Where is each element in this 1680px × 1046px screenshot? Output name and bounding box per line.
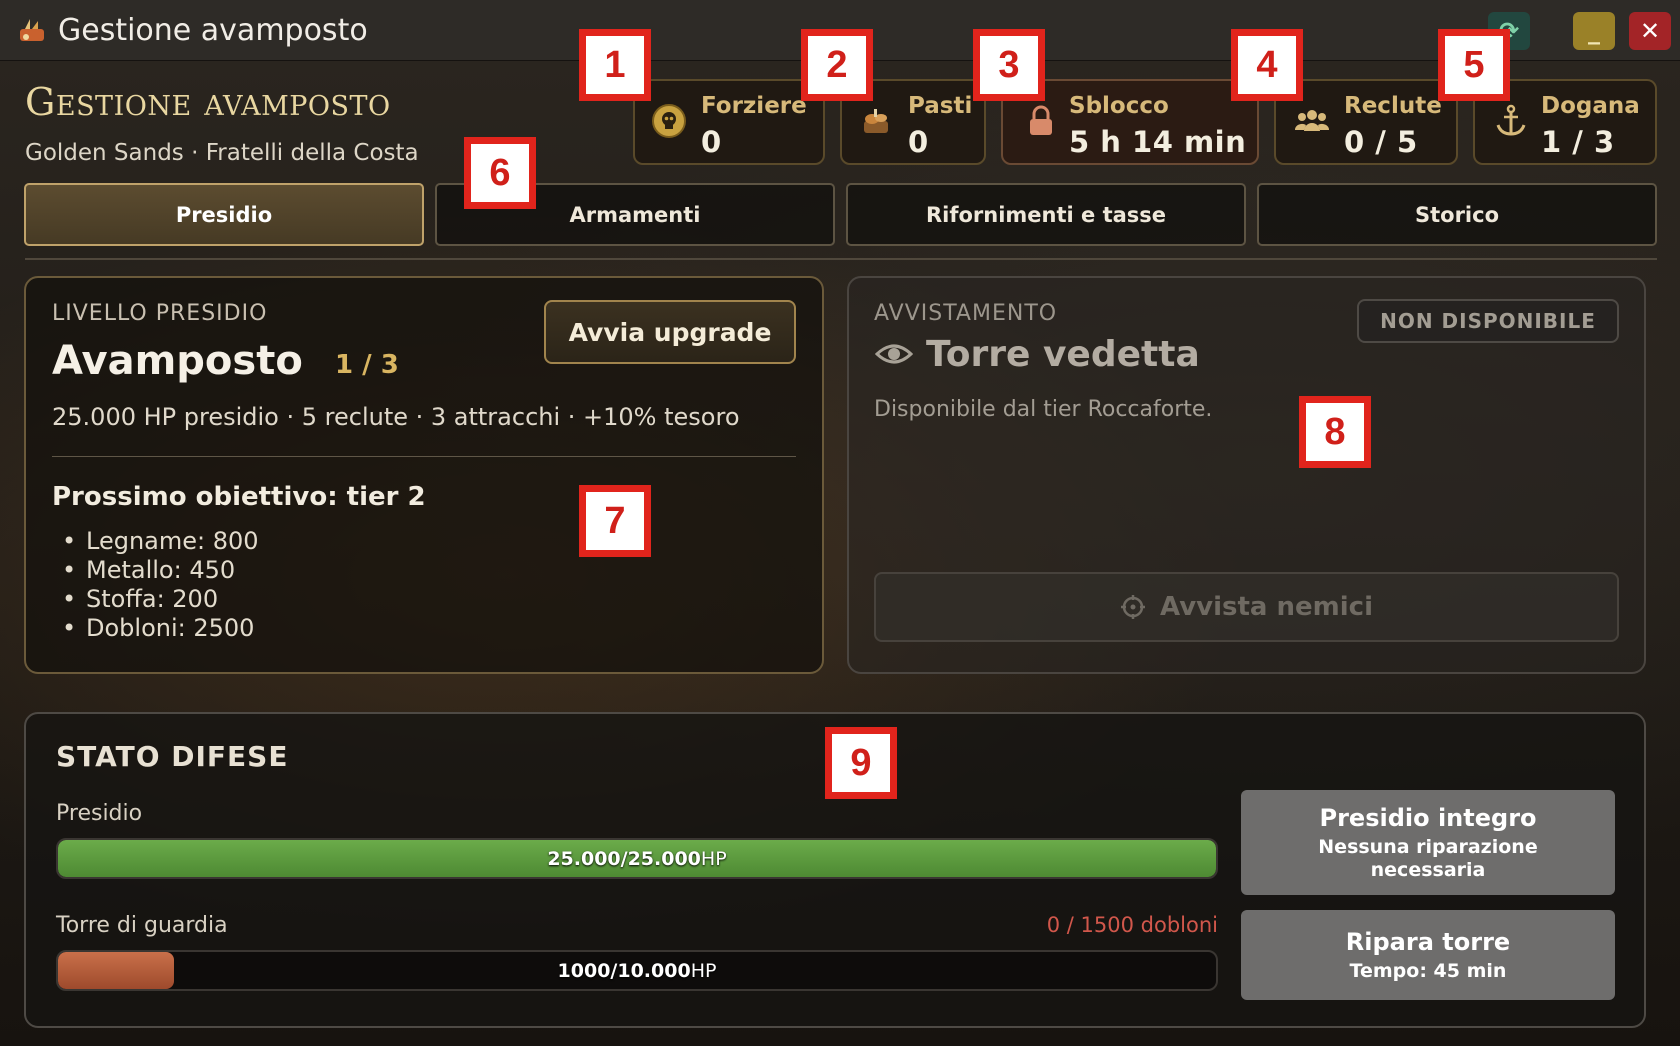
annotation-marker: 3 (973, 29, 1045, 101)
requirement-item: Dobloni: 2500 (52, 614, 259, 643)
difese-title: STATO DIFESE (56, 740, 289, 773)
marker-number: 8 (1306, 403, 1364, 461)
presidio-stats: 25.000 HP presidio · 5 reclute · 3 attra… (52, 403, 740, 431)
integro-subtitle: Nessuna riparazione necessaria (1318, 835, 1538, 881)
presidio-hp-bar: 25.000/25.000 HP (56, 838, 1218, 879)
requirements-list: Legname: 800 Metallo: 450 Stoffa: 200 Do… (52, 527, 259, 643)
window-title: Gestione avamposto (58, 13, 368, 48)
integro-title: Presidio integro (1319, 803, 1537, 832)
marker-number: 5 (1445, 36, 1503, 94)
stat-label: Reclute (1344, 93, 1442, 119)
stat-value: 0 / 5 (1344, 125, 1418, 159)
stat-value: 0 (908, 125, 929, 159)
presidio-divider (52, 456, 796, 457)
skull-coin-icon (652, 104, 686, 138)
stat-label: Forziere (701, 93, 807, 119)
annotation-marker: 1 (579, 29, 651, 101)
stat-forziere: Forziere 0 (633, 79, 825, 165)
marker-number: 4 (1238, 36, 1296, 94)
avvistamento-name: Torre vedetta (926, 334, 1200, 375)
hp-unit: HP (690, 959, 717, 982)
annotation-marker: 6 (464, 137, 536, 209)
stat-value: 5 h 14 min (1069, 125, 1247, 159)
minimize-icon: _ (1588, 17, 1600, 45)
stat-label: Pasti (908, 93, 973, 119)
torre-hp-value: 1000/10.000 (557, 959, 691, 982)
spot-enemies-label: Avvista nemici (1160, 592, 1373, 622)
torre-hp-text: 1000/10.000 HP (58, 952, 1216, 989)
presidio-bar-label: Presidio (56, 801, 143, 826)
presidio-eyebrow: LIVELLO PRESIDIO (52, 301, 268, 326)
close-icon: ✕ (1639, 17, 1661, 45)
annotation-marker: 7 (579, 485, 651, 557)
annotation-marker: 4 (1231, 29, 1303, 101)
ship-app-icon (20, 19, 44, 41)
spot-enemies-button[interactable]: Avvista nemici (874, 572, 1619, 642)
presidio-hp-text: 25.000/25.000 HP (58, 840, 1216, 877)
page-subtitle: Golden Sands · Fratelli della Costa (25, 140, 419, 166)
marker-number: 2 (808, 36, 866, 94)
crosshair-icon (1121, 595, 1145, 619)
eye-icon (875, 344, 913, 364)
tab-divider (25, 258, 1657, 260)
stat-value: 0 (701, 125, 722, 159)
tab-presidio[interactable]: Presidio (24, 183, 424, 246)
stat-label: Sblocco (1069, 93, 1169, 119)
lock-icon (1030, 105, 1052, 135)
torre-hp-bar: 1000/10.000 HP (56, 950, 1218, 991)
page-title: Gestione avamposto (25, 80, 391, 124)
marker-number: 7 (586, 492, 644, 550)
avvistamento-eyebrow: AVVISTAMENTO (874, 301, 1058, 326)
presidio-hp-value: 25.000/25.000 (547, 847, 701, 870)
stat-label: Dogana (1541, 93, 1640, 119)
ripara-subtitle: Tempo: 45 min (1349, 959, 1507, 982)
requirement-item: Metallo: 450 (52, 556, 259, 585)
close-button[interactable]: ✕ (1629, 12, 1671, 50)
tab-rifornimenti-e-tasse[interactable]: Rifornimenti e tasse (846, 183, 1246, 246)
ripara-title: Ripara torre (1345, 927, 1511, 956)
status-badge: NON DISPONIBILE (1357, 299, 1619, 343)
annotation-marker: 5 (1438, 29, 1510, 101)
marker-number: 9 (832, 734, 890, 792)
avvistamento-description: Disponibile dal tier Roccaforte. (874, 397, 1213, 422)
presidio-level-name: Avamposto (52, 338, 303, 384)
tab-storico[interactable]: Storico (1257, 183, 1657, 246)
requirement-item: Stoffa: 200 (52, 585, 259, 614)
annotation-marker: 2 (801, 29, 873, 101)
presidio-level-count: 1 / 3 (335, 350, 399, 380)
food-icon (864, 109, 888, 133)
requirement-item: Legname: 800 (52, 527, 259, 556)
repair-tower-button[interactable]: Ripara torre Tempo: 45 min (1241, 910, 1615, 1000)
next-objective-title: Prossimo obiettivo: tier 2 (52, 482, 426, 512)
minimize-button[interactable]: _ (1573, 12, 1615, 50)
annotation-marker: 9 (825, 727, 897, 799)
hp-unit: HP (700, 847, 727, 870)
repair-cost: 0 / 1500 dobloni (1046, 913, 1218, 937)
marker-number: 6 (471, 144, 529, 202)
anchor-icon (1496, 104, 1526, 136)
upgrade-button[interactable]: Avvia upgrade (544, 300, 796, 364)
marker-number: 3 (980, 36, 1038, 94)
presidio-integro-button[interactable]: Presidio integro Nessuna riparazione nec… (1241, 790, 1615, 895)
marker-number: 1 (586, 36, 644, 94)
stat-value: 1 / 3 (1541, 125, 1615, 159)
annotation-marker: 8 (1299, 396, 1371, 468)
torre-bar-label: Torre di guardia (56, 913, 228, 938)
users-icon (1294, 110, 1330, 131)
